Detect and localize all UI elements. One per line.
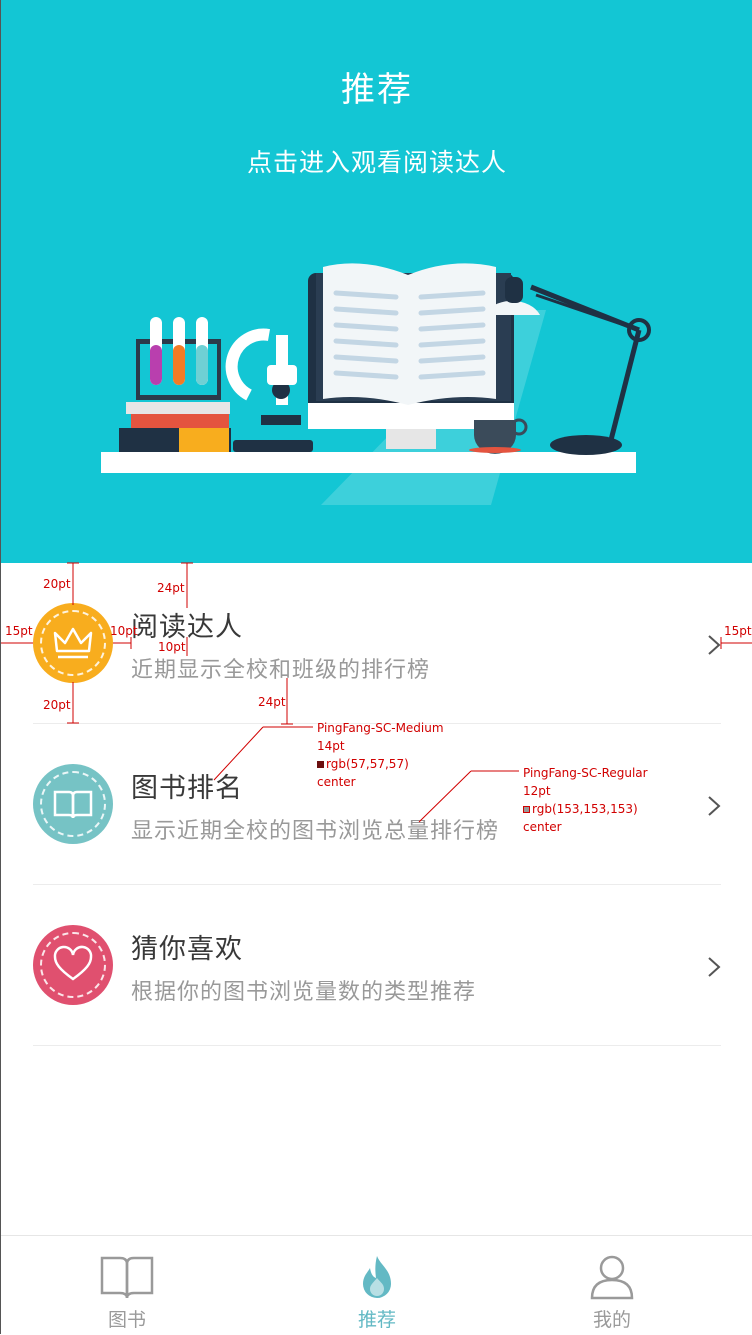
user-icon (590, 1255, 634, 1300)
annotation-bottom-gap: 20pt (43, 698, 71, 712)
page-title: 推荐 (341, 70, 413, 110)
tab-books[interactable]: 图书 (57, 1236, 197, 1335)
list-item-guess-you-like[interactable]: 猜你喜欢 根据你的图书浏览量数的类型推荐 (33, 885, 721, 1046)
item-description: 根据你的图书浏览量数的类型推荐 (131, 980, 477, 1005)
annotation-desc-spec: PingFang-SC-Regular 12pt rgb(153,153,153… (523, 766, 648, 834)
item-title: 猜你喜欢 (131, 934, 243, 965)
tab-label: 图书 (107, 1309, 146, 1331)
open-book-icon (100, 1256, 154, 1299)
tab-label: 我的 (592, 1309, 631, 1331)
annotation-title-spec: PingFang-SC-Medium 14pt rgb(57,57,57) ce… (317, 721, 444, 789)
heart-icon (33, 925, 113, 1005)
tab-label: 推荐 (357, 1309, 396, 1331)
annotation-title-gap: 24pt (157, 581, 185, 595)
flame-icon (363, 1256, 391, 1298)
annotation-line-gap: 10pt (158, 640, 186, 654)
study-desk-illustration (101, 263, 651, 505)
hero-subtitle[interactable]: 点击进入观看阅读达人 (1, 143, 752, 179)
annotation-left-margin: 15pt (5, 624, 33, 638)
bottom-tab-bar: 图书 推荐 我的 (1, 1235, 752, 1335)
annotation-top-gap: 20pt (43, 577, 71, 591)
tab-mine[interactable]: 我的 (542, 1236, 682, 1335)
tab-recommend[interactable]: 推荐 (307, 1236, 447, 1335)
annotation-desc-gap: 24pt (258, 695, 286, 709)
annotation-right-margin: 15pt (724, 624, 752, 638)
hero-banner[interactable]: 推荐 点击进入观看阅读达人 (1, 0, 752, 563)
annotation-icon-text-gap: 10pt (110, 624, 138, 638)
chevron-right-icon (708, 957, 721, 977)
